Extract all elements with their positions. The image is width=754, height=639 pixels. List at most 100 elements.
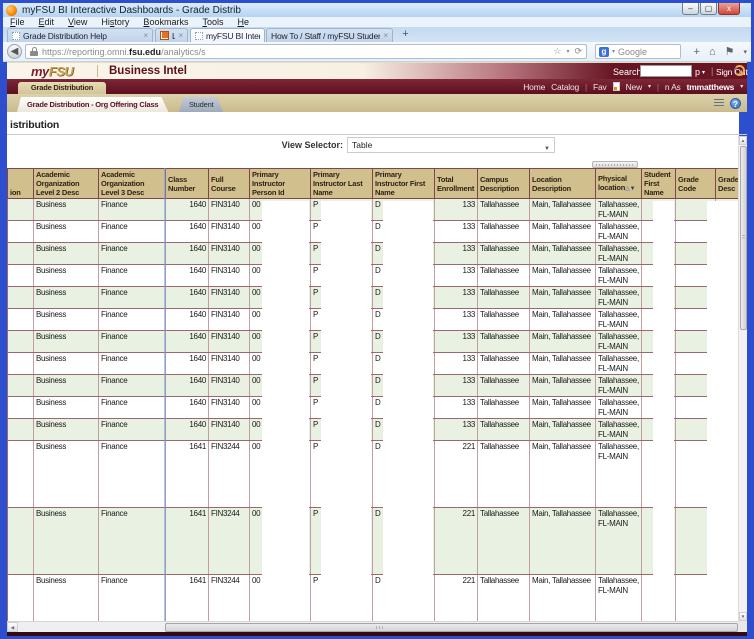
browser-tab-1[interactable]: L× [155,28,188,42]
menu-item-he[interactable]: He [230,17,256,27]
user-caret-icon: ▾ [740,84,743,90]
menu-item-view[interactable]: View [61,17,94,27]
favorites-link[interactable]: Fav [593,82,607,92]
cell-campus: Tallahassee [477,352,530,375]
column-header-ion[interactable]: ion [7,168,34,199]
reload-icon[interactable]: ⟳ [574,46,582,57]
cell-campus: Tallahassee [477,308,530,331]
tab-close-icon[interactable]: × [175,31,184,40]
cell-org-l3: Finance [98,396,166,419]
column-resize-handle[interactable] [592,161,638,168]
maximize-button[interactable]: ▢ [700,3,717,15]
column-header-total-enrollment[interactable]: Total Enrollment [434,168,478,199]
table-row: Business Finance 1640 FIN3140 00 P D 133 Tallaha… [7,198,741,221]
scroll-down-icon[interactable]: ▼ [739,612,747,621]
separator: | [656,81,659,92]
browser-tab-3[interactable]: How To / Staff / myFSU Student Cent...× [266,28,393,42]
vertical-scrollbar[interactable]: ▲ ▼ [738,136,747,621]
plus-icon[interactable]: + [694,46,700,58]
portal-search-input[interactable] [640,65,692,77]
column-header-primary-instructor-person-id[interactable]: Primary Instructor Person Id [249,168,311,199]
cell-physical: Tallahassee, FL-MAIN [595,242,642,265]
cell--blank [7,286,34,309]
vertical-scrollbar-thumb[interactable] [739,146,747,330]
results-table-wrap: ion Academic Organization Level 2 Desc Aca… [7,168,741,621]
cell-location: Main, Tallahassee [529,507,596,575]
cell-physical: Tallahassee, FL-MAIN [595,286,642,309]
cell--blank [7,330,34,353]
menu-item-tools[interactable]: Tools [195,17,230,27]
cell-org-l3: Finance [98,507,166,575]
view-selector-dropdown[interactable]: Table ▼ [347,137,555,153]
menu-item-edit[interactable]: Edit [32,17,62,27]
navigation-bar: ◀ https://reporting.omni. fsu.edu /analy… [3,42,751,62]
column-header-grade-code[interactable]: Grade Code [675,168,716,199]
cell--blank [7,220,34,243]
user-menu[interactable]: tmmatthews [687,82,735,92]
results-table: ion Academic Organization Level 2 Desc Aca… [7,168,741,621]
cell-full-course: FIN3140 [208,418,250,441]
scroll-up-icon[interactable]: ▲ [739,136,747,145]
dashboard-tab[interactable]: Grade Distribution [18,82,106,94]
url-bar[interactable]: https://reporting.omni. fsu.edu /analyti… [25,44,587,59]
table-row: Business Finance 1640 FIN3140 00 P D 133 Tallaha… [7,396,741,419]
sort-descending-icon[interactable]: ▼ [630,186,636,192]
horizontal-scrollbar-thumb[interactable] [165,622,738,632]
search-engine-dropdown-icon[interactable]: ▾ [612,48,615,55]
close-button[interactable]: x [718,3,740,15]
new-menu[interactable]: New [626,82,643,92]
catalog-link[interactable]: Catalog [551,82,579,92]
home-link[interactable]: Home [523,82,545,92]
menu-item-file[interactable]: File [3,17,32,27]
horizontal-scrollbar[interactable]: ◀ [7,621,741,632]
page-title: istribution [10,119,60,131]
column-header-full-course[interactable]: Full Course [208,168,250,199]
column-header-class-number[interactable]: Class Number [165,168,209,199]
subtab-org-offering-class[interactable]: Grade Distribution - Org Offering Class [17,97,168,112]
menu-item-bookmarks[interactable]: Bookmarks [136,17,195,27]
cell-class-number: 1640 [165,220,209,243]
scrollbar-corner [738,621,747,632]
tab-close-icon[interactable]: × [380,31,389,40]
home-icon[interactable]: ⌂ [709,46,716,58]
chevron-down-icon[interactable]: ▾ [743,48,747,56]
cell-full-course: FIN3140 [208,242,250,265]
cell-physical: Tallahassee, FL-MAIN [595,374,642,397]
column-header-primary-instructor-first-name[interactable]: Primary Instructor First Name [372,168,435,199]
column-header-location-description[interactable]: Location Description [529,168,596,199]
cell-campus: Tallahassee [477,507,530,575]
bookmarks-icon[interactable]: ⚑ [725,45,735,58]
cell-class-number: 1641 [165,574,209,621]
url-dropdown-icon[interactable]: ▾ [566,48,569,55]
column-header-primary-instructor-last-name[interactable]: Primary Instructor Last Name [310,168,373,199]
column-header-academic-organization-level-2-desc[interactable]: Academic Organization Level 2 Desc [33,168,99,199]
subtab-student[interactable]: Student [179,97,223,112]
browser-tab-2[interactable]: myFSU BI Interactiv [190,28,265,42]
browser-tab-0[interactable]: Grade Distribution Help × [7,28,153,42]
url-path: /analytics/s [161,46,206,57]
app-title: Business Intel [109,65,187,77]
help-icon[interactable]: ? [730,98,741,109]
new-tab-button[interactable]: + [398,28,413,41]
signed-in-as-label: n As [664,81,681,92]
title-bar[interactable]: myFSU BI Interactive Dashboards - Grade … [3,3,751,17]
cell-full-course: FIN3244 [208,507,250,575]
cell-org-l2: Business [33,220,99,243]
help-menu[interactable]: p [695,67,700,77]
column-header-academic-organization-level-3-desc[interactable]: Academic Organization Level 3 Desc [98,168,166,199]
search-bar[interactable]: g ▾ Google [595,44,681,59]
menu-item-history[interactable]: History [94,17,136,27]
portal-header: myFSU Business Intel Search p ▾ | Sign O… [7,62,748,79]
tab-close-icon[interactable]: × [140,31,149,40]
scroll-left-icon[interactable]: ◀ [7,622,18,632]
bookmark-star-icon[interactable]: ☆ [553,46,561,57]
page-options-icon[interactable] [714,99,724,108]
column-header-physical-location[interactable]: Physical location△▼ [595,168,642,199]
cell-org-l2: Business [33,352,99,375]
cell-org-l3: Finance [98,418,166,441]
back-button[interactable]: ◀ [7,44,22,59]
column-header-student-first-name[interactable]: Student First Name [641,168,676,199]
cell-enrollment: 133 [434,330,478,353]
minimize-button[interactable]: – [682,3,699,15]
column-header-campus-description[interactable]: Campus Description [477,168,530,199]
